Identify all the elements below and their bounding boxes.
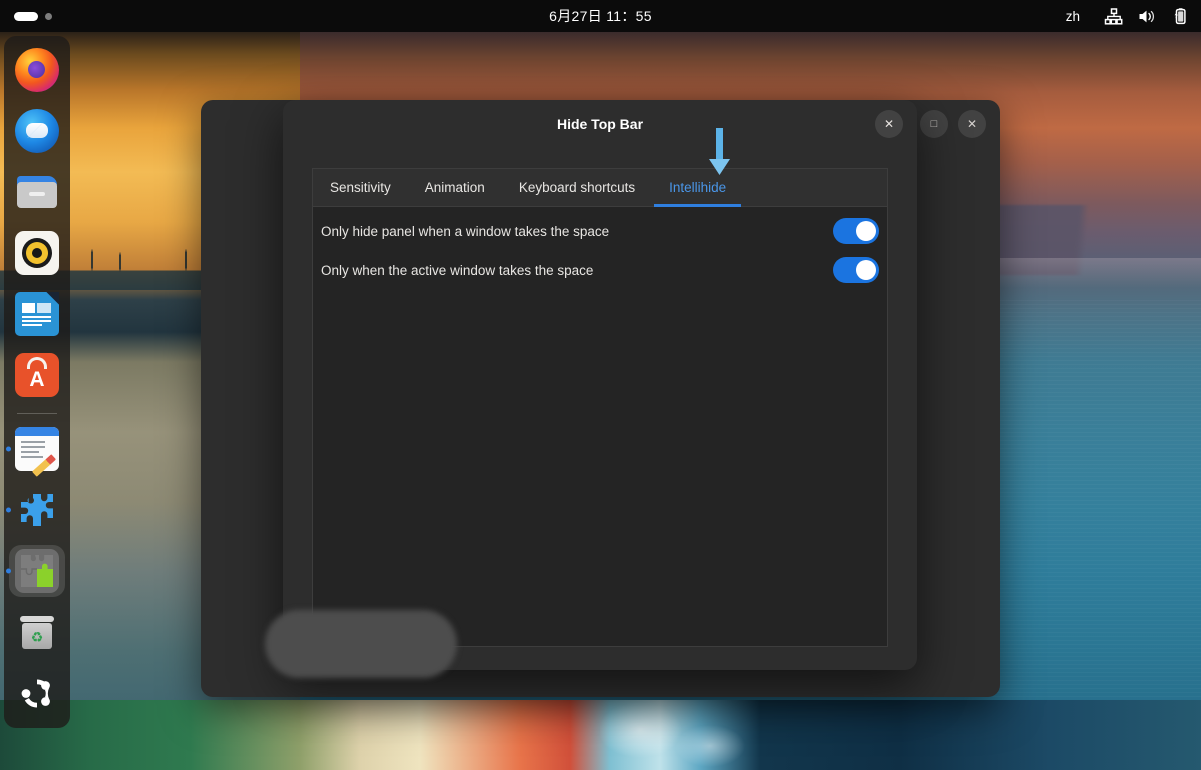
dialog-close-button[interactable]: ✕	[875, 110, 903, 138]
toggle-only-active-window[interactable]	[833, 257, 879, 283]
dock-separator	[17, 413, 57, 414]
input-method-label[interactable]: zh	[1066, 9, 1080, 24]
tab-label: Animation	[425, 180, 485, 195]
setting-label: Only when the active window takes the sp…	[321, 263, 593, 278]
tab-keyboard-shortcuts[interactable]: Keyboard shortcuts	[502, 169, 652, 206]
dialog-header: Hide Top Bar ✕	[283, 100, 917, 148]
network-icon[interactable]	[1104, 7, 1123, 26]
dock-item-libreoffice-writer[interactable]	[9, 288, 65, 340]
setting-row-only-active-window: Only when the active window takes the sp…	[319, 252, 881, 288]
dock-item-thunderbird[interactable]	[9, 105, 65, 157]
setting-row-only-hide-panel: Only hide panel when a window takes the …	[319, 213, 881, 249]
text-editor-icon	[15, 427, 59, 471]
toggle-knob	[856, 260, 876, 280]
tab-label: Intellihide	[669, 180, 726, 195]
tab-animation[interactable]: Animation	[408, 169, 502, 206]
libreoffice-writer-icon	[15, 292, 59, 336]
dialog-tabbar: Sensitivity Animation Keyboard shortcuts…	[312, 168, 888, 207]
dock-item-ubuntu-software[interactable]: A	[9, 349, 65, 401]
dock-item-extensions[interactable]	[9, 484, 65, 536]
dock-item-text-editor[interactable]	[9, 423, 65, 475]
top-bar: 6月27日 11：55 zh	[0, 0, 1201, 32]
thunderbird-icon	[15, 109, 59, 153]
setting-label: Only hide panel when a window takes the …	[321, 224, 609, 239]
extension-manager-icon	[15, 549, 59, 593]
tab-sensitivity[interactable]: Sensitivity	[313, 169, 408, 206]
toggle-knob	[856, 221, 876, 241]
close-icon: ✕	[884, 117, 894, 131]
dock: A	[4, 36, 70, 728]
firefox-icon	[15, 48, 59, 92]
close-button[interactable]: ✕	[958, 110, 986, 138]
running-indicator	[6, 569, 11, 574]
clock-button[interactable]: 6月27日 11：55	[0, 0, 1201, 32]
workspace-inactive-icon	[45, 13, 52, 20]
close-icon: ✕	[967, 117, 977, 131]
intellihide-panel: Only hide panel when a window takes the …	[312, 207, 888, 647]
trash-icon: ♻	[15, 610, 59, 654]
dock-item-firefox[interactable]	[9, 44, 65, 96]
maximize-icon: □	[931, 118, 938, 130]
dialog-title: Hide Top Bar	[557, 116, 643, 132]
ubuntu-logo-icon	[15, 671, 59, 715]
dock-item-trash[interactable]: ♻	[9, 606, 65, 658]
clock-label: 6月27日 11：55	[549, 6, 652, 26]
dock-item-extension-manager[interactable]	[9, 545, 65, 597]
rhythmbox-icon	[15, 231, 59, 275]
dock-item-files[interactable]	[9, 166, 65, 218]
wallpaper-surf	[600, 700, 760, 770]
workspace-indicator[interactable]	[14, 12, 52, 21]
ubuntu-software-icon: A	[15, 353, 59, 397]
workspace-active-icon	[14, 12, 38, 21]
dock-item-rhythmbox[interactable]	[9, 227, 65, 279]
background-window-titlebar: □ ✕	[920, 100, 1000, 148]
dock-item-show-applications[interactable]	[9, 667, 65, 719]
volume-icon[interactable]	[1137, 7, 1156, 26]
tab-label: Sensitivity	[330, 180, 391, 195]
toggle-only-hide-panel[interactable]	[833, 218, 879, 244]
running-indicator	[6, 447, 11, 452]
hide-top-bar-dialog: Hide Top Bar ✕ Sensitivity Animation Key…	[283, 100, 917, 670]
redacted-region	[265, 610, 457, 678]
maximize-button[interactable]: □	[920, 110, 948, 138]
files-icon	[15, 170, 59, 214]
down-arrow-annotation	[706, 128, 734, 176]
tab-label: Keyboard shortcuts	[519, 180, 635, 195]
extensions-puzzle-icon	[15, 488, 59, 532]
battery-charging-icon[interactable]	[1170, 7, 1189, 26]
running-indicator	[6, 508, 11, 513]
system-tray: zh	[1066, 0, 1189, 32]
